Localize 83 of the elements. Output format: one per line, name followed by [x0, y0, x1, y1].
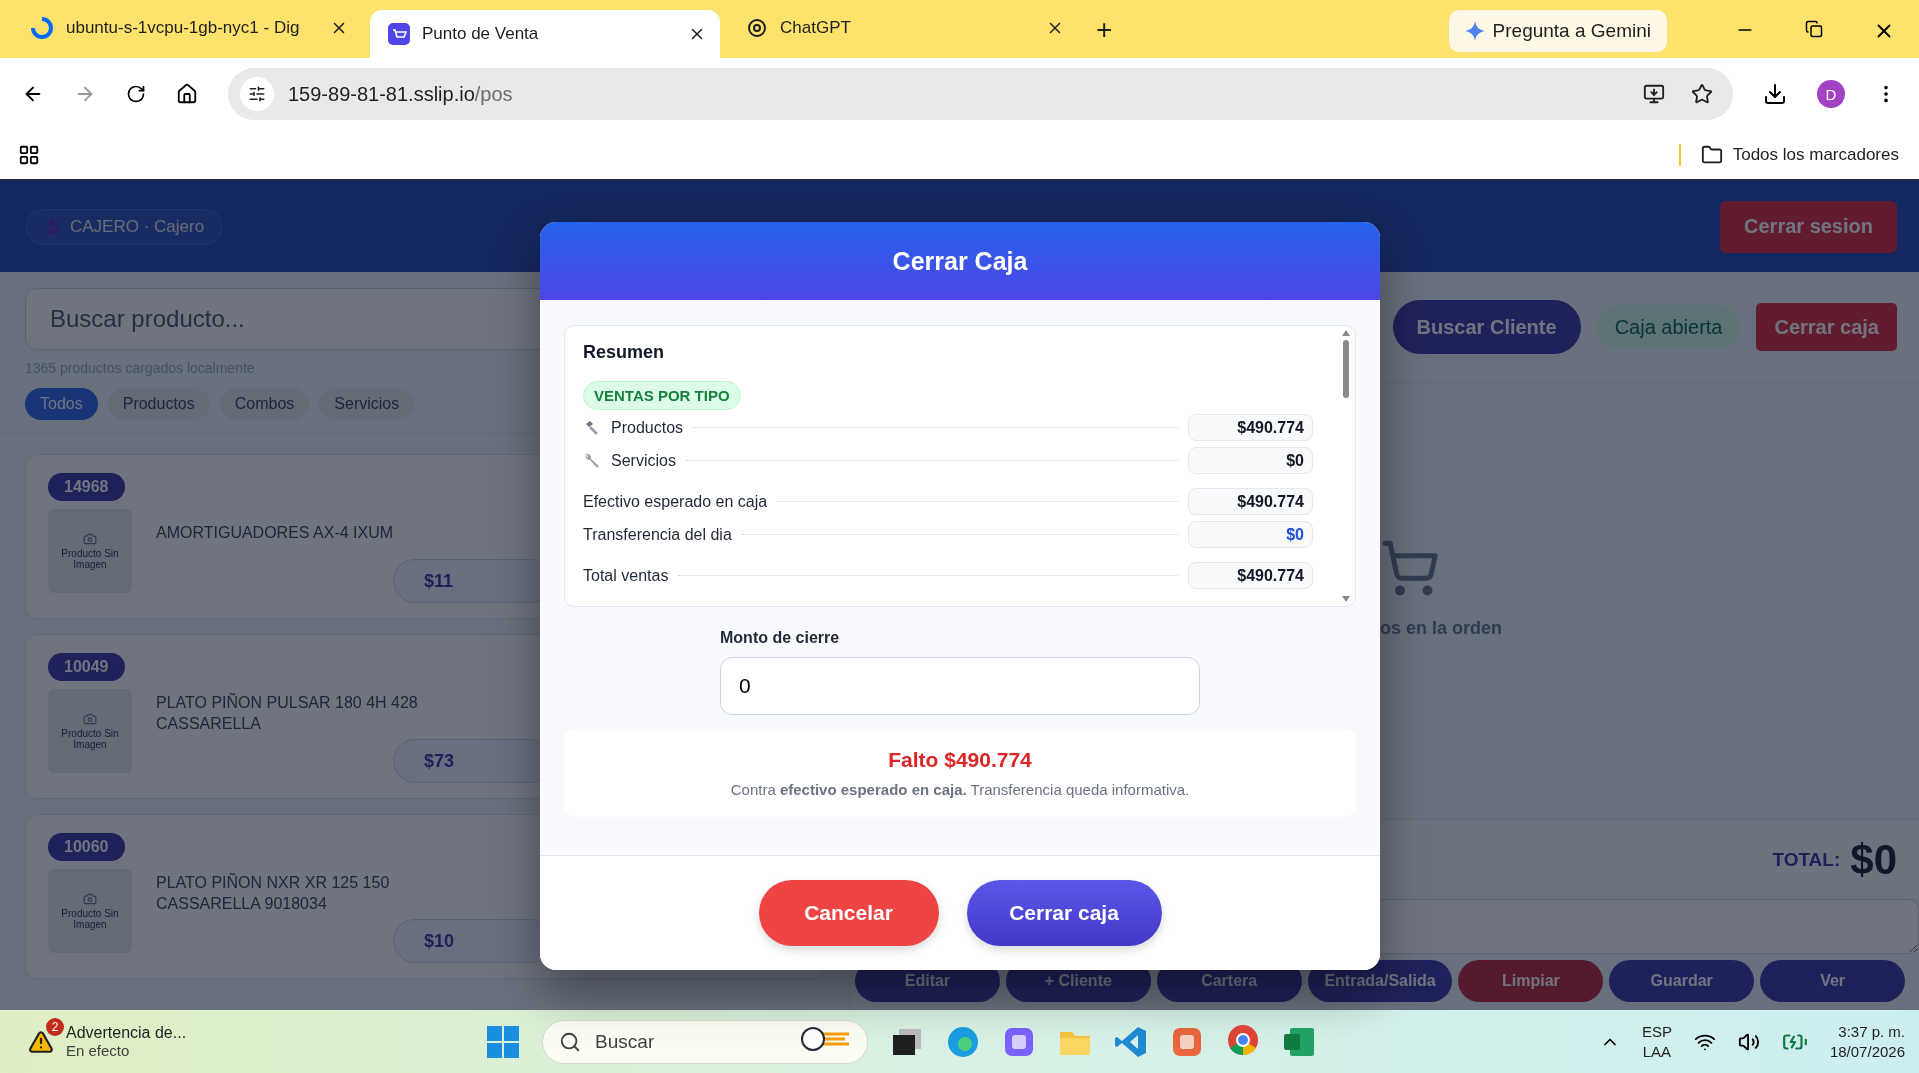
summary-value: $0: [1188, 521, 1313, 548]
amount-field[interactable]: 0: [720, 657, 1200, 715]
cancel-button[interactable]: Cancelar: [758, 880, 939, 946]
summary-label: Transferencia del dia: [583, 525, 732, 544]
tab-title: ChatGPT: [780, 18, 852, 38]
filter-chip[interactable]: Combos: [219, 388, 310, 420]
browser-tab[interactable]: ChatGPT: [728, 4, 1078, 52]
scroll-down-icon[interactable]: [1342, 596, 1350, 602]
total-label: TOTAL:: [1772, 848, 1841, 871]
camera-icon: [83, 532, 97, 546]
warning-icon[interactable]: [28, 1028, 54, 1055]
download-icon[interactable]: [1763, 82, 1787, 106]
summary-label: Total ventas: [583, 566, 669, 585]
product-name: PLATO PIÑON PULSAR 180 4H 428 CASSARELLA: [156, 693, 419, 734]
spinner-icon: [30, 16, 54, 40]
star-icon[interactable]: [1691, 83, 1713, 105]
restore-icon[interactable]: [1805, 20, 1823, 38]
home-icon[interactable]: [176, 83, 198, 105]
search-icon: [559, 1030, 582, 1053]
apps-icon[interactable]: [18, 143, 40, 166]
browser-tab[interactable]: Punto de Venta: [370, 10, 720, 58]
folder-icon: [1700, 143, 1723, 166]
camera-icon: [83, 712, 97, 726]
summary-value: $490.774: [1188, 562, 1313, 589]
search-client-button[interactable]: Buscar Cliente: [1392, 300, 1581, 354]
filter-chip[interactable]: Todos: [25, 388, 98, 420]
summary-label: Servicios: [611, 451, 676, 470]
user-badge: CAJERO · Cajero: [25, 208, 224, 245]
address-bar[interactable]: 159-89-81-81.sslip.io/pos: [228, 68, 1733, 120]
logout-button[interactable]: Cerrar sesion: [1720, 200, 1897, 253]
summary-value: $490.774: [1188, 414, 1313, 441]
product-name: AMORTIGUADORES AX-4 IXUM: [156, 523, 394, 543]
knot-icon: [746, 17, 768, 39]
browser-icon[interactable]: [946, 1024, 981, 1059]
shortfall-text: Falto $490.774: [888, 748, 1032, 772]
summary-value: $0: [1188, 447, 1313, 474]
product-name: PLATO PIÑON NXR XR 125 150 CASSARELLA 9018034: [156, 873, 391, 914]
status-badge: Caja abierta: [1596, 305, 1741, 349]
tab-title: ubuntu-s-1vcpu-1gb-nyc1 - Dig: [66, 18, 301, 38]
action-button[interactable]: Ver: [1760, 960, 1905, 1002]
site-settings-icon[interactable]: [248, 85, 266, 103]
tab-title: Punto de Venta: [422, 24, 540, 44]
clock[interactable]: 3:37 p. m. 18/07/2026: [1829, 1022, 1905, 1061]
dialog-title: Cerrar Caja: [540, 222, 1380, 300]
url-text: 159-89-81-81.sslip.io/pos: [288, 82, 513, 106]
code-editor-icon[interactable]: [1114, 1024, 1149, 1059]
new-tab-button[interactable]: +: [1096, 14, 1113, 46]
browser-tab[interactable]: ubuntu-s-1vcpu-1gb-nyc1 - Dig: [12, 4, 362, 52]
summary-label: Efectivo esperado en caja: [583, 492, 768, 511]
assistant-button[interactable]: Pregunta a Gemini: [1448, 10, 1667, 52]
summary-value: $490.774: [1188, 488, 1313, 515]
product-code: 14968: [48, 473, 125, 501]
action-button[interactable]: Guardar: [1609, 960, 1755, 1002]
close-register-button[interactable]: Cerrar caja: [1756, 303, 1897, 351]
chrome-icon[interactable]: [1226, 1022, 1261, 1057]
language-indicator[interactable]: ESP LAA: [1641, 1022, 1672, 1061]
action-button[interactable]: Limpiar: [1458, 960, 1604, 1002]
section-badge: VENTAS POR TIPO: [583, 381, 741, 410]
install-icon[interactable]: [1643, 83, 1665, 105]
camera-icon: [83, 892, 97, 906]
filter-chip[interactable]: Servicios: [319, 388, 415, 420]
placeholder-text: Producto Sin Imagen: [60, 908, 120, 930]
cart-icon: [388, 23, 410, 45]
product-code: 10060: [48, 833, 125, 861]
total-amount: $0: [1850, 835, 1897, 884]
placeholder-text: Producto Sin Imagen: [60, 548, 120, 570]
reload-icon[interactable]: [126, 84, 146, 104]
wrench-icon: [583, 451, 601, 470]
notice-subtitle: En efecto: [66, 1042, 131, 1059]
profile-avatar[interactable]: D: [1817, 80, 1845, 108]
notification-count: 2: [46, 1018, 64, 1036]
summary-label: Productos: [611, 418, 684, 437]
notice-title: Advertencia de...: [66, 1024, 187, 1042]
cart-icon: [1380, 538, 1440, 598]
start-icon[interactable]: [486, 1024, 521, 1059]
confirm-button[interactable]: Cerrar caja: [966, 880, 1162, 946]
placeholder-text: Producto Sin Imagen: [60, 728, 120, 750]
taskbar-search[interactable]: Buscar: [542, 1019, 869, 1064]
sparkle-icon: [1464, 21, 1485, 41]
product-code: 10049: [48, 653, 125, 681]
scroll-up-icon[interactable]: [1342, 330, 1350, 336]
bookmarks-link[interactable]: Todos los marcadores: [1678, 143, 1899, 166]
filter-chip[interactable]: Productos: [107, 388, 210, 420]
